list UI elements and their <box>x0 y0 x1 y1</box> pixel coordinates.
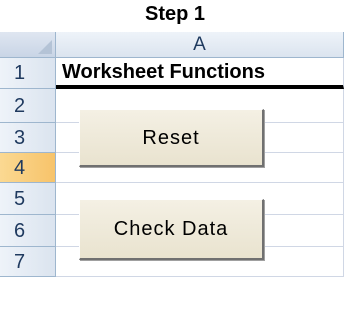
row-header-5[interactable]: 5 <box>0 183 56 215</box>
row-header-7[interactable]: 7 <box>0 247 56 277</box>
row-header-4[interactable]: 4 <box>0 153 56 183</box>
step-title: Step 1 <box>144 3 206 25</box>
reset-button[interactable]: Reset <box>79 109 264 167</box>
row-header-3[interactable]: 3 <box>0 123 56 153</box>
worksheet: A 1 Worksheet Functions 2 3 4 5 6 7 Rese… <box>0 32 344 326</box>
page: Step 1 A 1 Worksheet Functions 2 3 4 5 6… <box>0 0 350 326</box>
row-header-2[interactable]: 2 <box>0 89 56 123</box>
select-all-corner[interactable] <box>0 32 56 58</box>
row-header-1[interactable]: 1 <box>0 58 56 89</box>
cell-a1[interactable]: Worksheet Functions <box>56 58 344 89</box>
check-data-button[interactable]: Check Data <box>79 199 264 260</box>
select-all-triangle-icon <box>38 40 52 54</box>
column-header-a[interactable]: A <box>56 32 344 58</box>
row-header-6[interactable]: 6 <box>0 215 56 247</box>
